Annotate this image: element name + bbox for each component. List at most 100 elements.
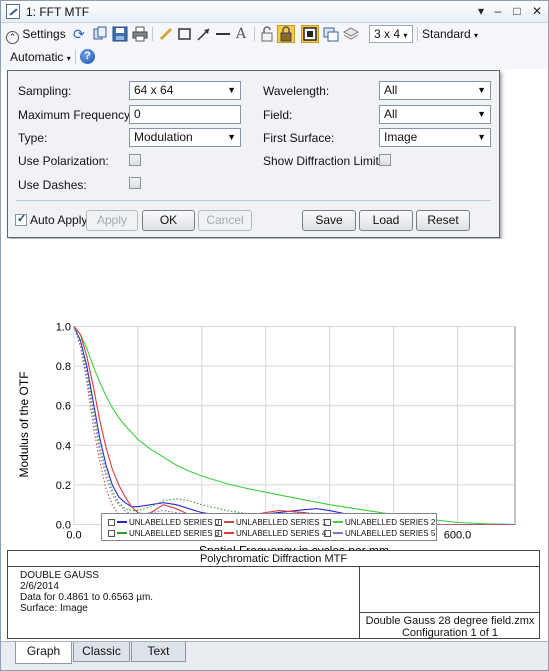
toolbar: ⌃ Settings ⟳ A 3 x 4 ▾ Standard ▾ Automa… <box>1 23 548 69</box>
legend-item-2: UNLABELLED SERIES 2 <box>324 518 435 527</box>
unlock-icon[interactable] <box>259 26 275 42</box>
fit-window-icon[interactable] <box>301 25 319 43</box>
info-file: Double Gauss 28 degree field.zmx Configu… <box>360 615 540 639</box>
y-tick-label: 0.4 <box>56 440 71 452</box>
save-button[interactable]: Save <box>302 210 356 231</box>
close-icon[interactable]: ✕ <box>528 3 546 19</box>
save-icon[interactable] <box>112 26 128 42</box>
style-dropdown[interactable]: Standard ▾ <box>422 25 478 43</box>
arrow-icon[interactable] <box>196 26 212 42</box>
toolbar-separator <box>254 27 255 41</box>
first-surface-label: First Surface: <box>263 131 335 145</box>
chevron-down-icon: ▼ <box>227 132 236 142</box>
analysis-window: 1: FFT MTF ▾ – □ ✕ ⌃ Settings ⟳ A 3 x 4 … <box>0 0 549 671</box>
info-line: DOUBLE GAUSS <box>20 570 99 581</box>
chevron-down-icon: ▼ <box>227 85 236 95</box>
divider <box>359 612 540 613</box>
type-value: Modulation <box>134 130 193 144</box>
chart-legend: UNLABELLED SERIES 0 UNLABELLED SERIES 1 … <box>101 513 437 541</box>
polarization-label: Use Polarization: <box>18 154 109 168</box>
legend-item-1: UNLABELLED SERIES 1 <box>215 518 326 527</box>
info-box: Polychromatic Diffraction MTF DOUBLE GAU… <box>7 550 540 639</box>
tab-graph[interactable]: Graph <box>15 642 72 664</box>
first-surface-value: Image <box>384 130 418 144</box>
rectangle-icon[interactable] <box>177 26 193 42</box>
tab-classic[interactable]: Classic <box>73 642 130 662</box>
pencil-icon[interactable] <box>158 26 174 42</box>
help-icon[interactable]: ? <box>80 49 95 64</box>
dashes-checkbox[interactable] <box>129 177 141 189</box>
diffraction-limit-label: Show Diffraction Limit: <box>263 154 383 168</box>
field-value: All <box>384 107 398 121</box>
window-overlay-icon[interactable] <box>323 26 339 42</box>
auto-apply-checkbox[interactable] <box>15 212 27 226</box>
y-tick-label: 0.8 <box>56 361 71 373</box>
chart-grid <box>73 326 516 525</box>
info-line: 2/6/2014 <box>20 581 59 592</box>
settings-toggle-button[interactable]: ⌃ Settings <box>6 25 66 44</box>
polarization-checkbox[interactable] <box>129 154 141 166</box>
layout-grid-dropdown[interactable]: 3 x 4 ▾ <box>369 25 413 43</box>
line-icon[interactable] <box>215 26 231 42</box>
legend-item-3: UNLABELLED SERIES 3 <box>108 529 219 538</box>
y-tick-label: 0.2 <box>56 480 71 492</box>
dashes-label: Use Dashes: <box>18 178 87 192</box>
copy-icon[interactable] <box>92 26 108 42</box>
field-select[interactable]: All ▼ <box>379 105 491 124</box>
load-button[interactable]: Load <box>359 210 413 231</box>
style-value: Standard <box>422 27 471 41</box>
refresh-icon[interactable]: ⟳ <box>73 26 89 42</box>
tab-text[interactable]: Text <box>131 642 186 662</box>
x-tick-label: 600.0 <box>444 530 472 542</box>
info-line: Data for 0.4861 to 0.6563 µm. <box>20 592 154 603</box>
apply-button[interactable]: Apply <box>86 210 138 231</box>
reset-button[interactable]: Reset <box>416 210 470 231</box>
minimize-icon[interactable]: – <box>489 3 507 19</box>
lock-icon[interactable] <box>277 25 295 43</box>
y-tick-label: 1.0 <box>56 322 71 334</box>
info-line: Surface: Image <box>20 603 88 614</box>
diffraction-limit-checkbox[interactable] <box>379 154 391 166</box>
plot-frame <box>73 326 516 525</box>
y-axis-label: Modulus of the OTF <box>17 371 31 477</box>
file-name: Double Gauss 28 degree field.zmx <box>365 615 535 627</box>
scale-value: Automatic <box>10 50 64 64</box>
chevron-down-icon: ▾ <box>474 31 479 40</box>
max-frequency-value: 0 <box>134 107 141 121</box>
scale-dropdown[interactable]: Automatic ▾ <box>10 48 71 66</box>
first-surface-select[interactable]: Image ▼ <box>379 128 491 147</box>
settings-label: Settings <box>22 27 66 41</box>
field-label: Field: <box>263 108 293 122</box>
max-frequency-input[interactable]: 0 <box>129 105 241 124</box>
chevron-down-icon: ▼ <box>477 109 486 119</box>
window-title: 1: FFT MTF <box>26 5 90 19</box>
view-tabs: Graph Classic Text <box>1 641 548 670</box>
print-icon[interactable] <box>132 26 148 42</box>
title-bar[interactable]: 1: FFT MTF ▾ – □ ✕ <box>1 1 548 23</box>
toolbar-separator <box>152 27 153 41</box>
maximize-icon[interactable]: □ <box>508 3 526 19</box>
y-tick-label: 0.6 <box>56 401 71 413</box>
app-icon <box>6 4 20 19</box>
text-tool-icon[interactable]: A <box>236 26 252 42</box>
wavelength-select[interactable]: All ▼ <box>379 81 491 100</box>
y-tick-label: 0.0 <box>56 520 71 532</box>
sampling-select[interactable]: 64 x 64 ▼ <box>129 81 241 100</box>
divider <box>16 200 491 201</box>
wavelength-value: All <box>384 83 398 97</box>
legend-item-5: UNLABELLED SERIES 5 <box>324 529 435 538</box>
layout-grid-value: 3 x 4 <box>374 27 401 41</box>
window-menu-icon[interactable]: ▾ <box>472 3 490 19</box>
info-title: Polychromatic Diffraction MTF <box>8 551 539 567</box>
layers-icon[interactable] <box>342 26 360 42</box>
type-select[interactable]: Modulation ▼ <box>129 128 241 147</box>
configuration: Configuration 1 of 1 <box>401 627 498 639</box>
chevron-down-icon: ▼ <box>477 85 486 95</box>
cancel-button[interactable]: Cancel <box>198 210 252 231</box>
chevron-down-icon: ▼ <box>477 132 486 142</box>
sampling-value: 64 x 64 <box>134 83 174 97</box>
chevron-up-circle-icon: ⌃ <box>6 31 19 44</box>
legend-item-4: UNLABELLED SERIES 4 <box>215 529 326 538</box>
ok-button[interactable]: OK <box>142 210 195 231</box>
max-frequency-label: Maximum Frequency: <box>18 108 134 122</box>
